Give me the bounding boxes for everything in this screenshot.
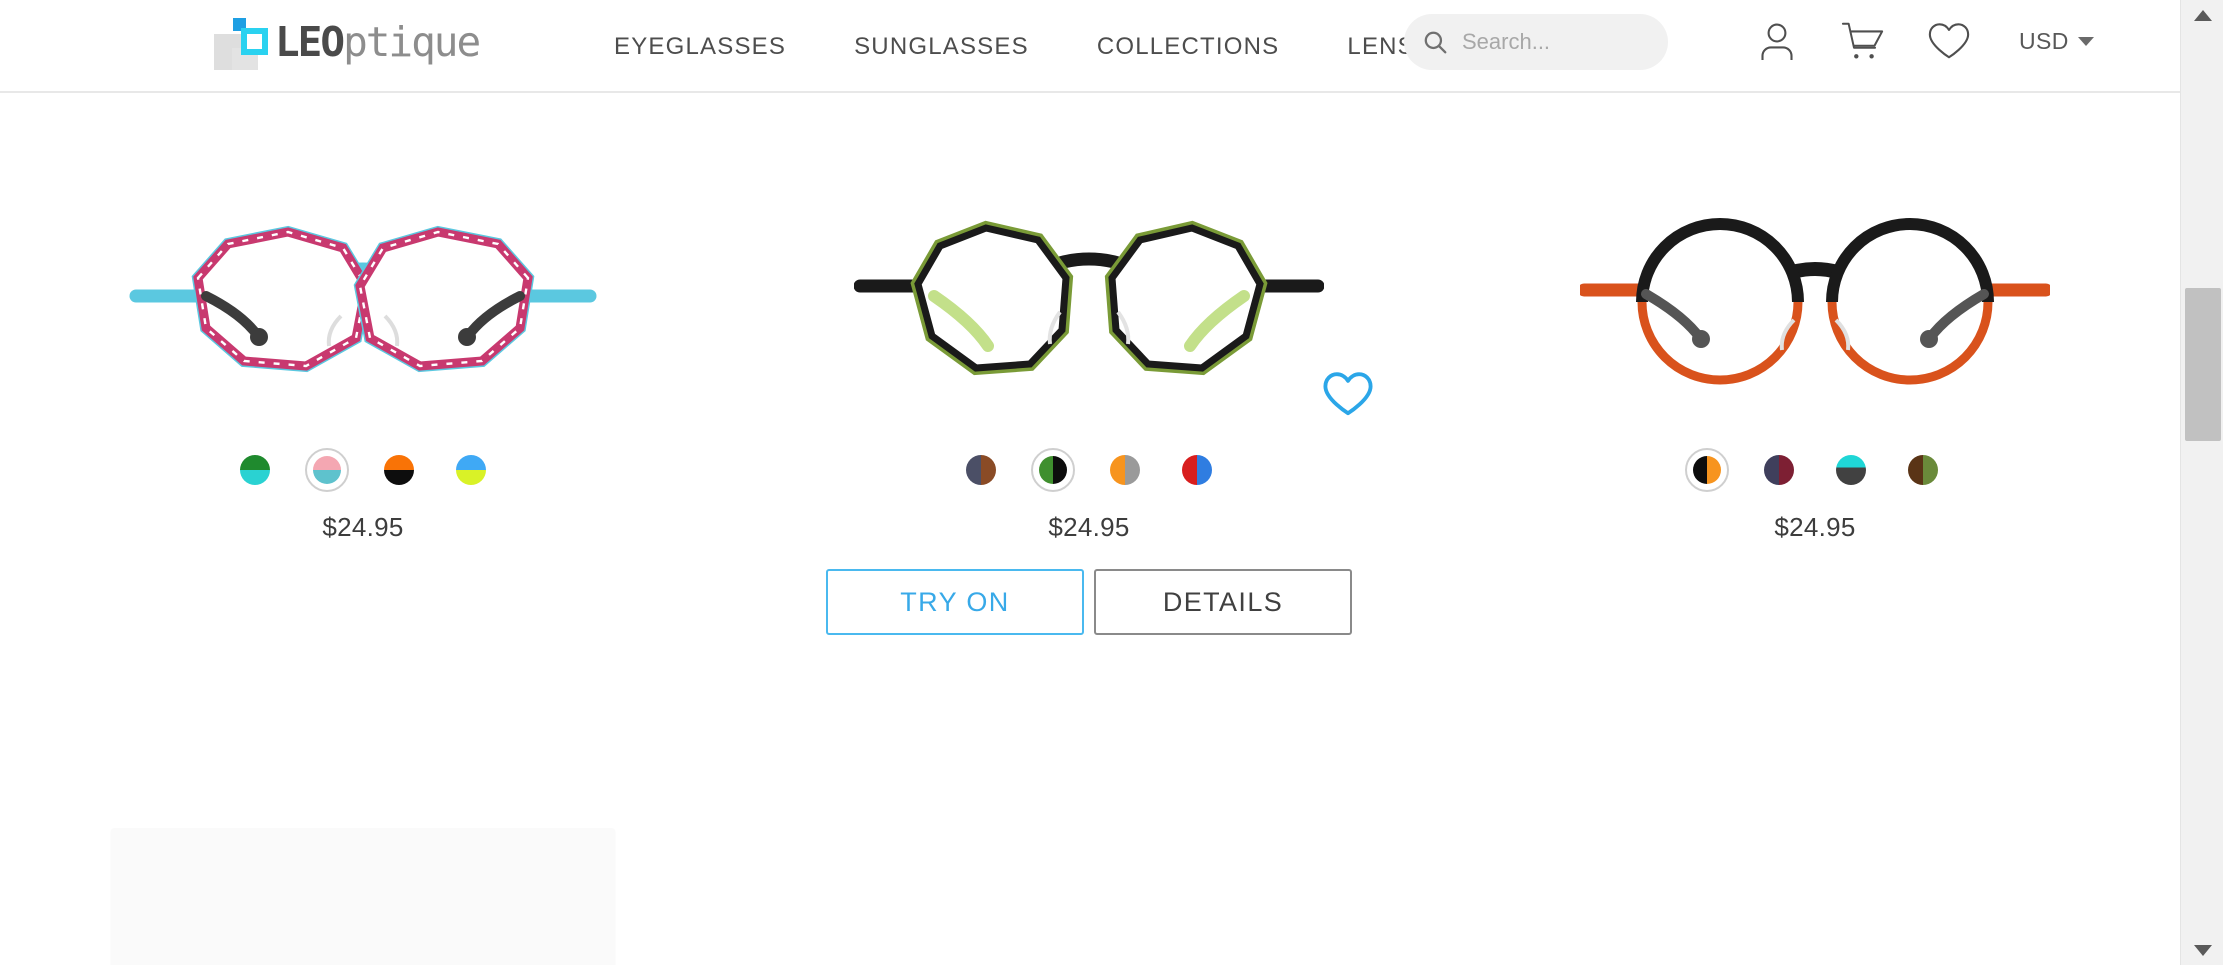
product-image-4[interactable]	[113, 828, 613, 965]
main-navigation: EYEGLASSES SUNGLASSES COLLECTIONS LENSES	[580, 0, 1483, 93]
swatch-red-blue[interactable]	[1175, 448, 1219, 492]
product-card-2[interactable]: $24.95 TRY ON DETAILS	[726, 188, 1452, 928]
search-input[interactable]	[1462, 29, 1642, 55]
product-price: $24.95	[1048, 512, 1130, 542]
product-card-bottom-2[interactable]	[726, 828, 1452, 965]
details-button[interactable]: DETAILS	[1094, 569, 1352, 635]
logo-text-secondary: ptique	[343, 17, 481, 66]
product-card-bottom-3[interactable]	[1452, 828, 2178, 965]
product-image-5[interactable]	[839, 828, 1339, 965]
swatch-navy-maroon[interactable]	[1757, 448, 1801, 492]
product-row-main: $24.95 $24.95 TRY ON DETAILS $24.95	[0, 188, 2180, 928]
header-icon-group: USD	[1755, 12, 2094, 70]
product-image-2[interactable]	[839, 188, 1339, 428]
nav-item-sunglasses[interactable]: SUNGLASSES	[820, 33, 1063, 61]
nav-item-eyeglasses[interactable]: EYEGLASSES	[580, 33, 820, 61]
swatch-cyan-darkgray[interactable]	[1829, 448, 1873, 492]
scroll-up-arrow-icon[interactable]	[2181, 0, 2223, 30]
color-swatches-2	[959, 448, 1219, 492]
product-image-6[interactable]	[1565, 828, 2065, 965]
currency-selector[interactable]: USD	[2019, 28, 2094, 55]
currency-label: USD	[2019, 27, 2069, 54]
swatch-orange-gray[interactable]	[1103, 448, 1147, 492]
search-icon	[1424, 31, 1447, 54]
chevron-down-icon	[2077, 36, 2094, 46]
product-price: $24.95	[322, 512, 404, 542]
site-header: LEOptique EYEGLASSES SUNGLASSES COLLECTI…	[0, 0, 2223, 93]
swatch-blue-yellow[interactable]	[449, 448, 493, 492]
swatch-pink-blue[interactable]	[305, 448, 349, 492]
page-root: LEOptique EYEGLASSES SUNGLASSES COLLECTI…	[0, 0, 2223, 965]
site-logo[interactable]: LEOptique	[207, 12, 481, 72]
heart-outline-icon[interactable]	[1322, 370, 1374, 418]
swatch-black-orange[interactable]	[1685, 448, 1729, 492]
product-card-1[interactable]: $24.95	[0, 188, 726, 928]
product-card-3[interactable]: $24.95	[1452, 188, 2178, 928]
product-actions: TRY ON DETAILS	[826, 569, 1352, 635]
logo-text: LEOptique	[275, 21, 481, 63]
product-price: $24.95	[1774, 512, 1856, 542]
swatch-brown-green[interactable]	[1901, 448, 1945, 492]
swatch-navy-brown[interactable]	[959, 448, 1003, 492]
color-swatches-3	[1685, 448, 1945, 492]
product-image-3[interactable]	[1565, 188, 2065, 428]
product-image-1[interactable]	[113, 188, 613, 428]
nav-item-collections[interactable]: COLLECTIONS	[1063, 33, 1314, 61]
swatch-green-cyan[interactable]	[233, 448, 277, 492]
account-icon[interactable]	[1755, 19, 1799, 63]
product-row-bottom	[0, 828, 2180, 965]
search-box[interactable]	[1404, 14, 1668, 70]
product-card-bottom-1[interactable]	[0, 828, 726, 965]
color-swatches-1	[233, 448, 493, 492]
scroll-down-arrow-icon[interactable]	[2181, 935, 2223, 965]
try-on-button[interactable]: TRY ON	[826, 569, 1084, 635]
logo-text-primary: LEO	[275, 17, 345, 66]
logo-mark-icon	[207, 16, 269, 70]
swatch-orange-black[interactable]	[377, 448, 421, 492]
wishlist-icon[interactable]	[1927, 19, 1971, 63]
swatch-green-black[interactable]	[1031, 448, 1075, 492]
cart-icon[interactable]	[1841, 19, 1885, 63]
scrollbar-thumb[interactable]	[2185, 288, 2221, 441]
vertical-scrollbar[interactable]	[2180, 0, 2223, 965]
product-grid: $19.95 $24.95 $24.95	[0, 65, 2180, 965]
